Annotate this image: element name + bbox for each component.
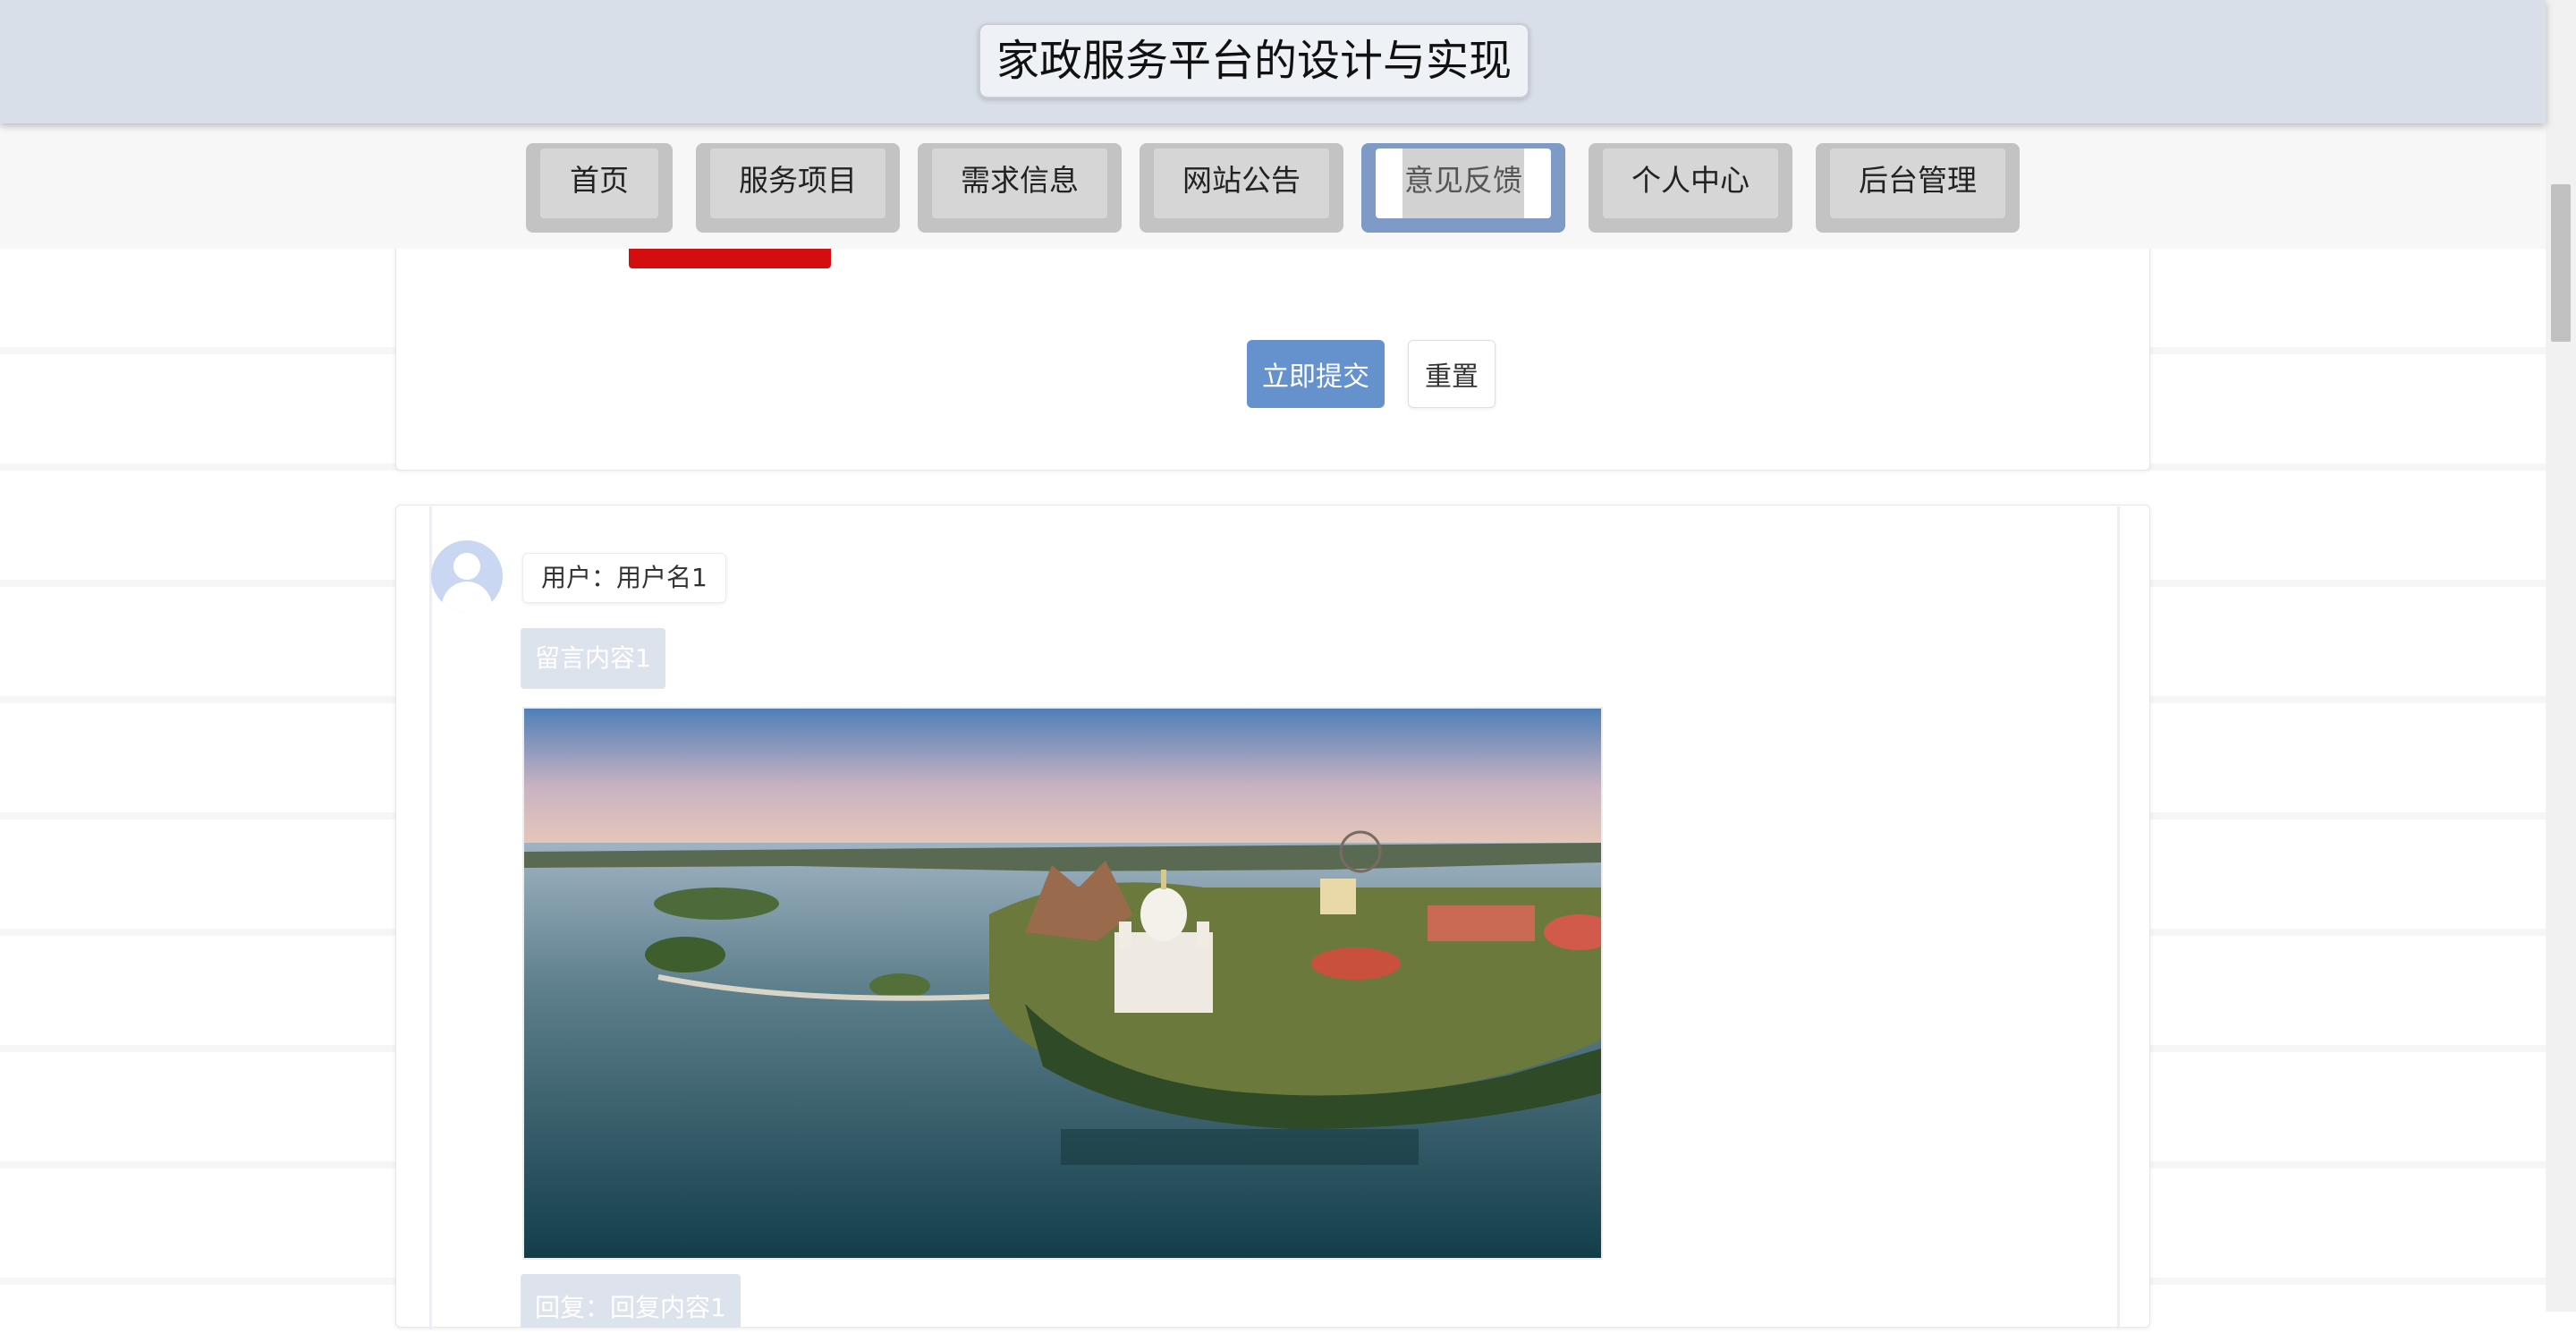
- nav-item-personal-center[interactable]: 个人中心: [1589, 143, 1792, 233]
- nav-item-feedback[interactable]: 意见反馈: [1361, 143, 1565, 233]
- main-nav: 首页 服务项目 需求信息 网站公告 意见反馈 个人中心 后台管理: [0, 123, 2546, 249]
- message-content: 留言内容1: [521, 628, 665, 689]
- nav-item-label: 服务项目: [710, 149, 886, 218]
- nav-item-label: 个人中心: [1603, 149, 1778, 218]
- site-header: 家政服务平台的设计与实现: [0, 0, 2546, 123]
- nav-item-label: 后台管理: [1830, 149, 2005, 218]
- nav-item-admin[interactable]: 后台管理: [1816, 143, 2020, 233]
- message-username: 用户：用户名1: [522, 553, 726, 603]
- reset-button[interactable]: 重置: [1408, 340, 1496, 408]
- submit-button[interactable]: 立即提交: [1247, 340, 1385, 408]
- nav-item-label: 网站公告: [1154, 149, 1329, 218]
- nav-item-home[interactable]: 首页: [526, 143, 673, 233]
- nav-item-label: 意见反馈: [1376, 149, 1551, 218]
- page-scrollbar[interactable]: [2546, 0, 2576, 1312]
- user-avatar-icon: [431, 540, 503, 612]
- upload-button-edge[interactable]: [629, 249, 831, 268]
- nav-item-label: 首页: [540, 149, 658, 218]
- nav-item-announcements[interactable]: 网站公告: [1140, 143, 1343, 233]
- nav-item-services[interactable]: 服务项目: [696, 143, 900, 233]
- nav-item-demands[interactable]: 需求信息: [918, 143, 1122, 233]
- scrollbar-thumb[interactable]: [2551, 184, 2571, 342]
- site-title: 家政服务平台的设计与实现: [979, 23, 1530, 98]
- nav-item-label: 需求信息: [932, 149, 1107, 218]
- message-image: [522, 707, 1603, 1260]
- message-reply: 回复：回复内容1: [521, 1274, 741, 1328]
